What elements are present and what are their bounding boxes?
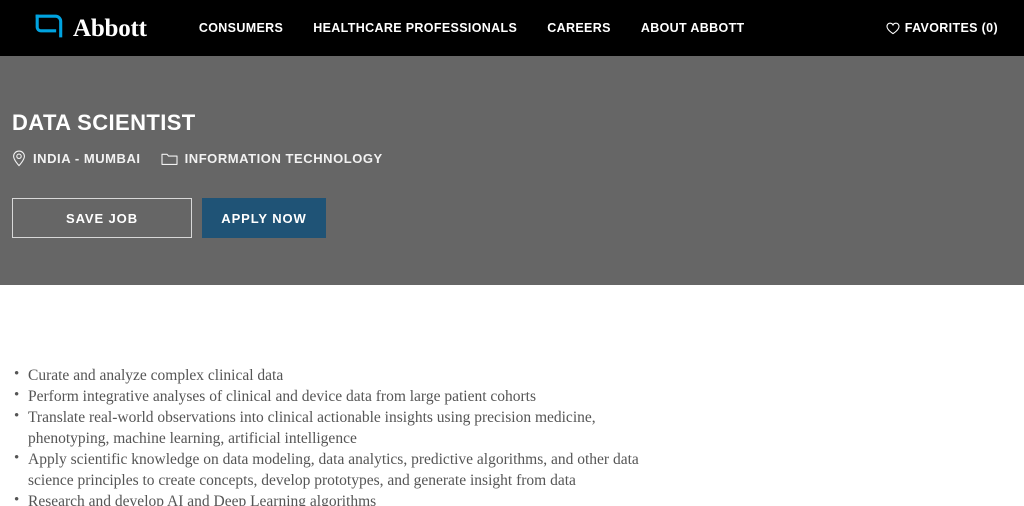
abbott-logo-mark xyxy=(34,13,64,44)
nav-item-about-abbott[interactable]: ABOUT ABBOTT xyxy=(641,21,745,35)
nav-item-careers[interactable]: CAREERS xyxy=(547,21,611,35)
job-hero-banner: DATA SCIENTIST INDIA - MUMBAI INFORMATIO… xyxy=(0,56,1024,285)
main-navigation: CONSUMERS HEALTHCARE PROFESSIONALS CAREE… xyxy=(199,21,745,35)
abbott-logo[interactable]: Abbott xyxy=(34,13,147,44)
favorites-label: FAVORITES (0) xyxy=(904,21,998,35)
nav-item-healthcare-professionals[interactable]: HEALTHCARE PROFESSIONALS xyxy=(313,21,517,35)
folder-icon xyxy=(161,152,178,166)
responsibilities-list: Curate and analyze complex clinical data… xyxy=(0,364,724,506)
list-item: Research and develop AI and Deep Learnin… xyxy=(0,490,672,506)
hero-action-buttons: SAVE JOB APPLY NOW xyxy=(12,198,1024,238)
nav-item-consumers[interactable]: CONSUMERS xyxy=(199,21,283,35)
list-item: Perform integrative analyses of clinical… xyxy=(0,385,672,407)
favorites-link[interactable]: FAVORITES (0) xyxy=(886,21,998,35)
page-content: Curate and analyze complex clinical data… xyxy=(0,285,1024,506)
abbott-wordmark: Abbott xyxy=(73,14,147,42)
job-meta-row: INDIA - MUMBAI INFORMATION TECHNOLOGY xyxy=(12,150,1024,167)
heart-icon xyxy=(886,22,900,35)
job-location-label: INDIA - MUMBAI xyxy=(33,151,141,166)
job-category: INFORMATION TECHNOLOGY xyxy=(161,151,383,166)
apply-now-button[interactable]: APPLY NOW xyxy=(202,198,326,238)
list-item: Apply scientific knowledge on data model… xyxy=(0,448,672,491)
job-description: Curate and analyze complex clinical data… xyxy=(0,285,724,506)
location-pin-icon xyxy=(12,150,26,167)
sidebar: SHARE THIS OPPORTUNITY xyxy=(724,285,1024,506)
page-title: DATA SCIENTIST xyxy=(12,110,196,135)
job-category-label: INFORMATION TECHNOLOGY xyxy=(184,151,383,166)
job-location: INDIA - MUMBAI xyxy=(12,150,141,167)
save-job-button[interactable]: SAVE JOB xyxy=(12,198,192,238)
list-item: Curate and analyze complex clinical data xyxy=(0,364,672,386)
list-item: Translate real-world observations into c… xyxy=(0,406,672,449)
site-header: Abbott CONSUMERS HEALTHCARE PROFESSIONAL… xyxy=(0,0,1024,56)
